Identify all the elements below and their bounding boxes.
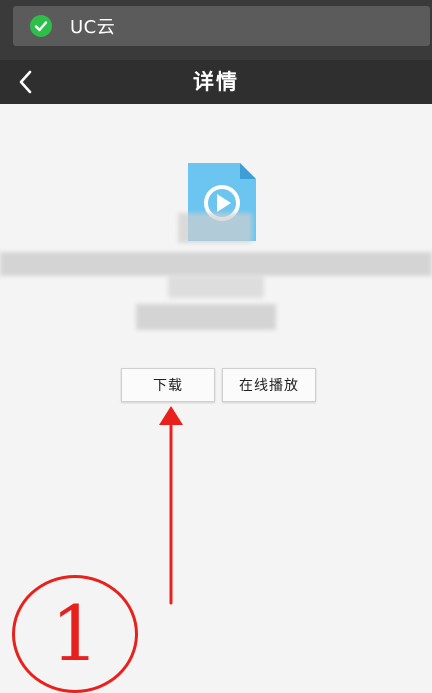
annotation-number: 1 (50, 589, 100, 678)
